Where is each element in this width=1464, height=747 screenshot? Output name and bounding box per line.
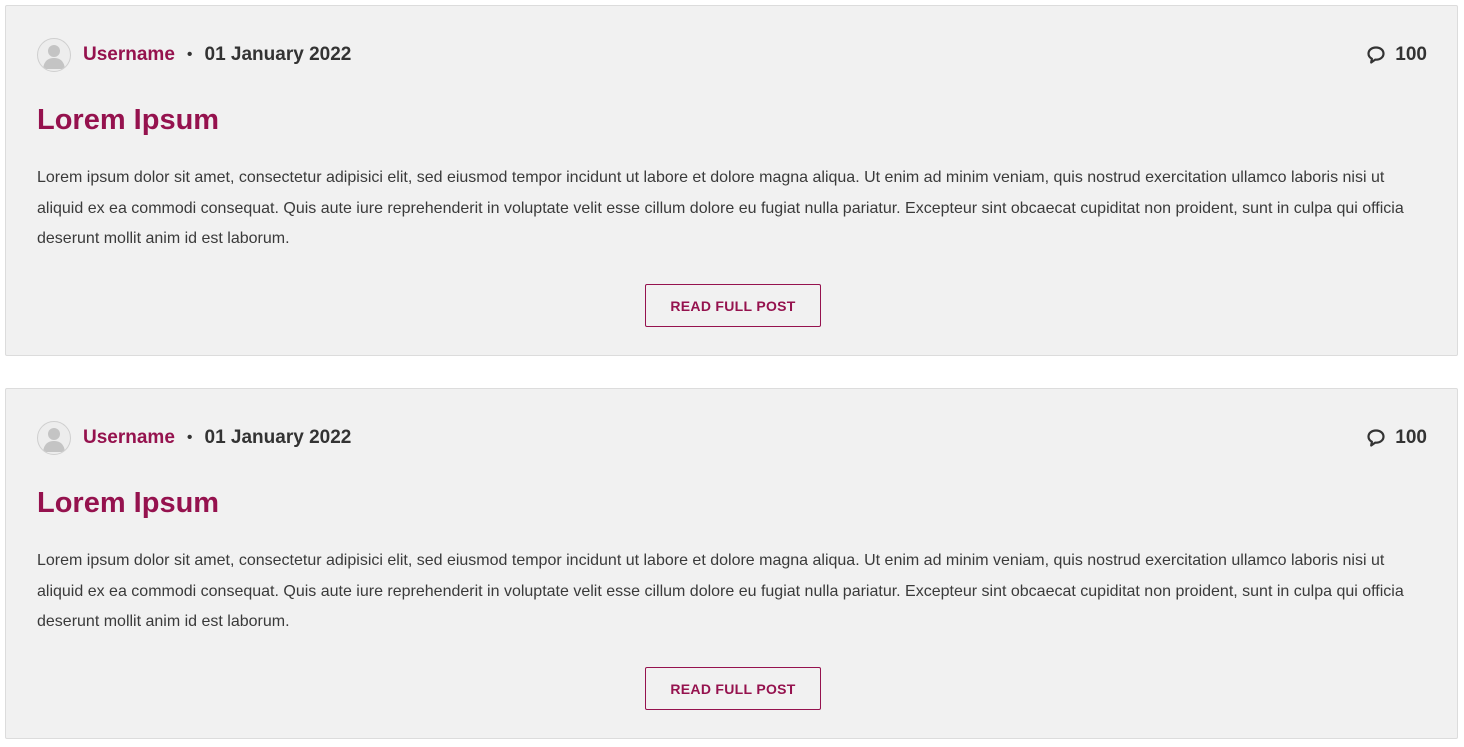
comment-count: 100 [1395,427,1427,448]
read-full-post-button[interactable]: READ FULL POST [645,667,821,710]
avatar[interactable] [37,38,71,72]
user-silhouette-icon [43,428,65,452]
post-title[interactable]: Lorem Ipsum [37,102,219,138]
read-full-post-button[interactable]: READ FULL POST [645,284,821,327]
post-meta: Username • 01 January 2022 100 [37,37,1427,73]
post-date: 01 January 2022 [204,427,352,448]
post-title[interactable]: Lorem Ipsum [37,485,219,521]
post-card: Username • 01 January 2022 100 Lorem Ips… [5,5,1458,356]
comment-count-link[interactable]: 100 [1366,44,1427,66]
post-date: 01 January 2022 [204,44,352,65]
author-link[interactable]: Username [83,44,175,66]
author-link[interactable]: Username [83,427,175,449]
post-excerpt: Lorem ipsum dolor sit amet, consectetur … [37,169,1404,248]
comment-count-link[interactable]: 100 [1366,427,1427,449]
comment-bubble-icon [1367,46,1385,64]
post-meta: Username • 01 January 2022 100 [37,420,1427,456]
post-excerpt: Lorem ipsum dolor sit amet, consectetur … [37,552,1404,631]
user-silhouette-icon [43,45,65,69]
meta-separator: • [186,429,193,446]
comment-bubble-icon [1367,429,1385,447]
post-card: Username • 01 January 2022 100 Lorem Ips… [5,388,1458,739]
avatar[interactable] [37,421,71,455]
comment-count: 100 [1395,44,1427,65]
meta-separator: • [186,46,193,63]
post-feed: Username • 01 January 2022 100 Lorem Ips… [0,0,1464,747]
